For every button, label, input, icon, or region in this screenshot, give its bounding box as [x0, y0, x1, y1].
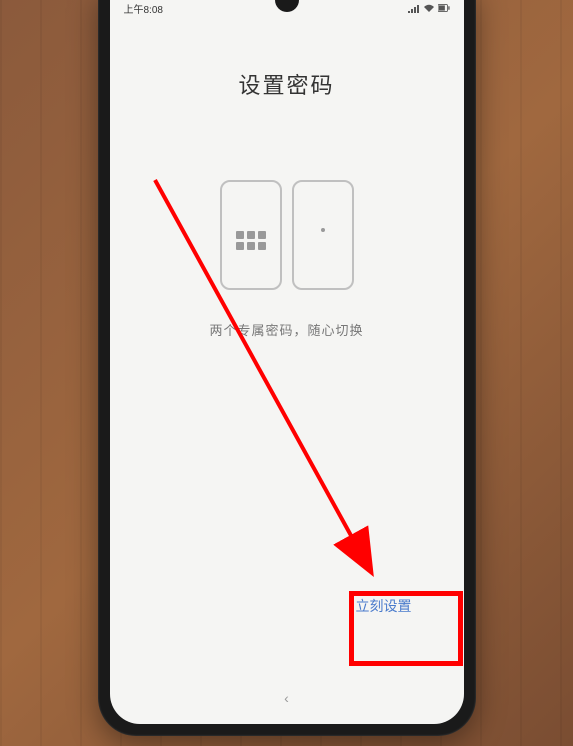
- illustration-phone-left: [220, 180, 282, 290]
- status-time: 上午8:08: [124, 1, 163, 16]
- nav-bar: ‹: [110, 690, 464, 706]
- keypad-icon: [236, 220, 266, 250]
- description-text: 两个专属密码，随心切换: [209, 320, 363, 339]
- phone-frame: 上午8:08 设置密码: [98, 0, 476, 736]
- back-button[interactable]: ‹: [284, 690, 289, 706]
- setup-now-button[interactable]: 立刻设置: [356, 596, 412, 616]
- battery-icon: [438, 3, 450, 13]
- status-icons: [408, 3, 450, 13]
- illustration-phone-right: [292, 180, 354, 290]
- content-area: 设置密码 两个专属密码，随心切换: [110, 18, 464, 339]
- illustration: [220, 180, 354, 290]
- phone-screen: 上午8:08 设置密码: [110, 0, 464, 724]
- page-title: 设置密码: [238, 68, 334, 100]
- wifi-icon: [423, 3, 435, 13]
- dot-icon: [321, 228, 325, 232]
- signal-icon: [408, 3, 420, 13]
